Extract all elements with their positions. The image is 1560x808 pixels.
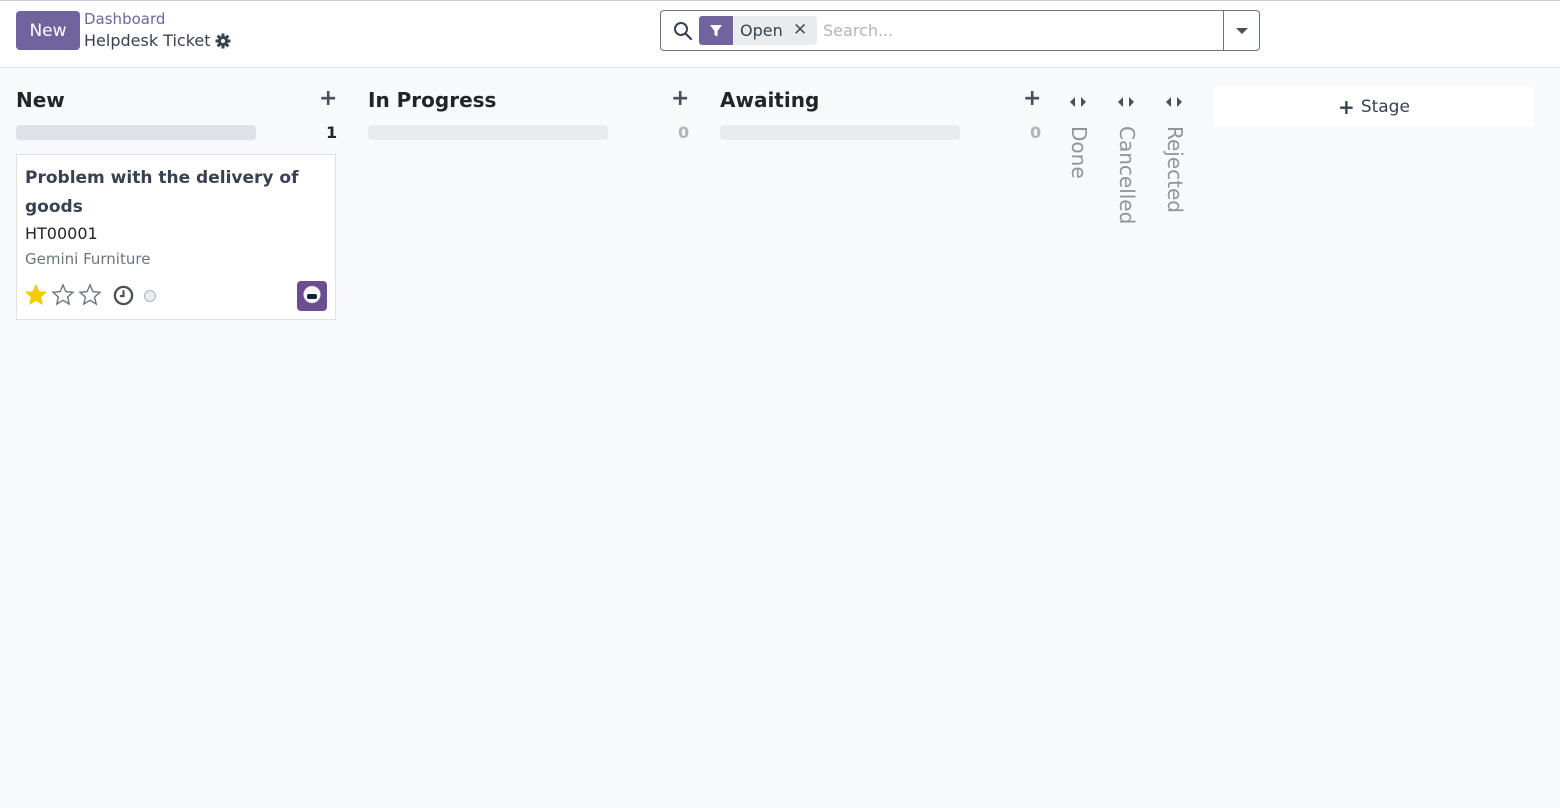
gear-icon[interactable]	[215, 33, 231, 49]
kanban-card[interactable]: Problem with the delivery of goods HT000…	[16, 154, 336, 320]
column-title: Awaiting	[720, 88, 820, 112]
column-title: In Progress	[368, 88, 497, 112]
new-button[interactable]: New	[16, 11, 80, 50]
folded-stage-cancelled[interactable]: Cancelled	[1108, 68, 1144, 228]
ticket-reference: HT00001	[25, 224, 98, 243]
breadcrumb-current: Helpdesk Ticket	[84, 31, 231, 50]
folded-stage-rejected[interactable]: Rejected	[1156, 68, 1192, 228]
folded-stage-done[interactable]: Done	[1060, 68, 1096, 228]
column-count: 1	[326, 123, 338, 142]
column-title: New	[16, 88, 65, 112]
kanban-state-indicator[interactable]	[144, 290, 156, 302]
add-stage-label: Stage	[1360, 96, 1410, 117]
fold-arrows-icon	[1118, 97, 1134, 107]
breadcrumb-dashboard[interactable]: Dashboard	[84, 10, 165, 28]
plus-icon[interactable]: +	[671, 86, 689, 111]
page-title: Helpdesk Ticket	[84, 31, 211, 50]
fold-arrows-icon	[1070, 97, 1086, 107]
column-progress-bar[interactable]	[16, 125, 256, 140]
search-facet-open: Open ✕	[699, 16, 817, 45]
folded-stage-label: Cancelled	[1115, 126, 1139, 225]
facet-label: Open	[740, 21, 783, 40]
plus-icon[interactable]: +	[1023, 86, 1041, 111]
close-icon[interactable]: ✕	[793, 16, 807, 45]
card-title: Problem with the delivery of goods	[25, 168, 299, 217]
star-icon[interactable]	[78, 283, 102, 307]
star-icon[interactable]	[51, 283, 75, 307]
fold-arrows-icon	[1166, 97, 1182, 107]
search-icon[interactable]	[673, 21, 693, 41]
plus-icon[interactable]: +	[319, 86, 337, 111]
customer-name: Gemini Furniture	[25, 250, 151, 268]
add-stage-button[interactable]: + Stage	[1214, 86, 1534, 127]
column-progress-bar[interactable]	[720, 125, 960, 140]
search-options-toggle[interactable]	[1223, 11, 1259, 50]
clock-icon[interactable]	[113, 285, 134, 306]
column-count: 0	[678, 123, 690, 142]
avatar-eye	[307, 293, 317, 299]
search-input[interactable]	[823, 15, 1219, 46]
folded-stage-label: Rejected	[1163, 126, 1187, 214]
star-icon[interactable]	[24, 283, 48, 307]
control-panel: New Dashboard Helpdesk Ticket Open ✕	[0, 1, 1560, 68]
priority-rating	[24, 283, 102, 307]
avatar[interactable]	[297, 281, 327, 311]
column-progress-bar[interactable]	[368, 125, 608, 140]
filter-icon	[699, 16, 733, 45]
folded-stage-label: Done	[1067, 126, 1091, 179]
caret-down-icon	[1235, 27, 1248, 34]
plus-icon: +	[1338, 94, 1355, 119]
column-count: 0	[1030, 123, 1042, 142]
search-bar: Open ✕	[660, 10, 1260, 51]
